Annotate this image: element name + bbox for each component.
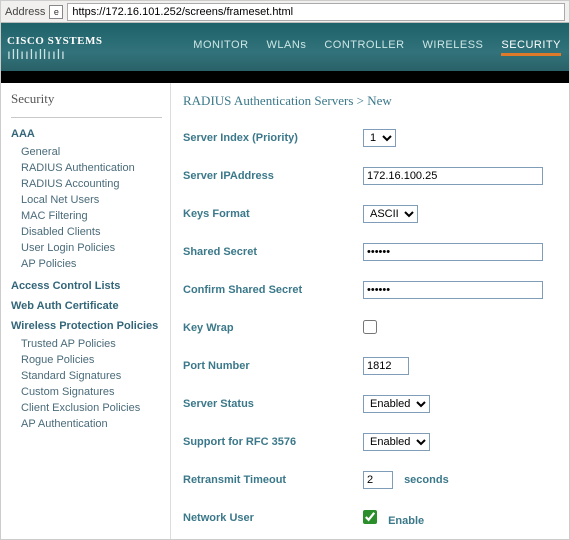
sidebar-link-custom-signatures[interactable]: Custom Signatures xyxy=(11,384,162,400)
label-server-status: Server Status xyxy=(183,398,363,410)
address-url-field[interactable]: https://172.16.101.252/screens/frameset.… xyxy=(67,3,565,21)
rfc3576-select[interactable]: Enabled xyxy=(363,433,430,451)
sidebar-link-user-login-policies[interactable]: User Login Policies xyxy=(11,240,162,256)
vendor-logo-bars: ıllıılıllıılı xyxy=(7,50,102,58)
label-port-number: Port Number xyxy=(183,360,363,372)
label-server-index: Server Index (Priority) xyxy=(183,132,363,144)
server-ip-input[interactable] xyxy=(363,167,543,185)
keys-format-select[interactable]: ASCII xyxy=(363,205,418,223)
row-server-ip: Server IPAddress xyxy=(183,161,569,191)
sidebar-header-wpp[interactable]: Wireless Protection Policies xyxy=(11,320,162,332)
key-wrap-checkbox[interactable] xyxy=(363,320,377,334)
nav-wireless[interactable]: WIRELESS xyxy=(423,39,484,56)
row-network-user: Network User Enable xyxy=(183,503,569,533)
confirm-secret-input[interactable] xyxy=(363,281,543,299)
sidebar-link-ap-policies[interactable]: AP Policies xyxy=(11,256,162,272)
nav-monitor[interactable]: MONITOR xyxy=(193,39,248,56)
row-server-index: Server Index (Priority) 1 xyxy=(183,123,569,153)
row-shared-secret: Shared Secret xyxy=(183,237,569,267)
label-key-wrap: Key Wrap xyxy=(183,322,363,334)
address-label: Address xyxy=(5,6,45,18)
shared-secret-input[interactable] xyxy=(363,243,543,261)
server-status-select[interactable]: Enabled xyxy=(363,395,430,413)
row-key-wrap: Key Wrap xyxy=(183,313,569,343)
sidebar-link-local-net-users[interactable]: Local Net Users xyxy=(11,192,162,208)
row-port-number: Port Number xyxy=(183,351,569,381)
sidebar-header-aaa[interactable]: AAA xyxy=(11,128,162,140)
sidebar-link-trusted-ap[interactable]: Trusted AP Policies xyxy=(11,336,162,352)
row-server-status: Server Status Enabled xyxy=(183,389,569,419)
sidebar-link-ap-authentication[interactable]: AP Authentication xyxy=(11,416,162,432)
ie-page-icon: e xyxy=(49,5,63,19)
row-keys-format: Keys Format ASCII xyxy=(183,199,569,229)
sidebar: Security AAA General RADIUS Authenticati… xyxy=(1,83,171,540)
server-index-select[interactable]: 1 xyxy=(363,129,396,147)
address-url-text: https://172.16.101.252/screens/frameset.… xyxy=(72,6,293,18)
top-black-strip xyxy=(1,71,569,83)
network-user-ctrl: Enable xyxy=(363,510,424,527)
page-title: RADIUS Authentication Servers > New xyxy=(183,93,569,109)
sidebar-link-mac-filtering[interactable]: MAC Filtering xyxy=(11,208,162,224)
vendor-logo: Cisco Systems ıllıılıllıılı xyxy=(7,36,102,58)
row-rfc3576: Support for RFC 3576 Enabled xyxy=(183,427,569,457)
retransmit-timeout-input[interactable] xyxy=(363,471,393,489)
sidebar-link-client-exclusion[interactable]: Client Exclusion Policies xyxy=(11,400,162,416)
label-shared-secret: Shared Secret xyxy=(183,246,363,258)
label-keys-format: Keys Format xyxy=(183,208,363,220)
sidebar-heading: Security xyxy=(11,91,162,107)
network-user-checkbox[interactable] xyxy=(363,510,377,524)
sidebar-divider xyxy=(11,117,162,118)
nav-controller[interactable]: CONTROLLER xyxy=(324,39,404,56)
label-confirm-secret: Confirm Shared Secret xyxy=(183,284,363,296)
top-nav: MONITOR WLANs CONTROLLER WIRELESS SECURI… xyxy=(193,39,561,56)
label-rfc3576: Support for RFC 3576 xyxy=(183,436,363,448)
row-retransmit-timeout: Retransmit Timeout seconds xyxy=(183,465,569,495)
sidebar-link-radius-acct[interactable]: RADIUS Accounting xyxy=(11,176,162,192)
sidebar-link-rogue-policies[interactable]: Rogue Policies xyxy=(11,352,162,368)
sidebar-group-aaa: AAA General RADIUS Authentication RADIUS… xyxy=(11,128,162,272)
sidebar-link-disabled-clients[interactable]: Disabled Clients xyxy=(11,224,162,240)
sidebar-header-acl[interactable]: Access Control Lists xyxy=(11,280,162,292)
retransmit-timeout-unit: seconds xyxy=(404,474,449,486)
nav-security[interactable]: SECURITY xyxy=(501,39,561,56)
address-bar: Address e https://172.16.101.252/screens… xyxy=(1,1,569,23)
sidebar-group-wpp: Wireless Protection Policies Trusted AP … xyxy=(11,320,162,432)
retransmit-ctrl: seconds xyxy=(363,471,449,489)
sidebar-link-general[interactable]: General xyxy=(11,144,162,160)
top-bar: Cisco Systems ıllıılıllıılı MONITOR WLAN… xyxy=(1,23,569,71)
sidebar-link-standard-signatures[interactable]: Standard Signatures xyxy=(11,368,162,384)
port-number-input[interactable] xyxy=(363,357,409,375)
label-network-user: Network User xyxy=(183,512,363,524)
sidebar-link-radius-auth[interactable]: RADIUS Authentication xyxy=(11,160,162,176)
label-retransmit-timeout: Retransmit Timeout xyxy=(183,474,363,486)
network-user-side-label: Enable xyxy=(388,515,424,527)
content-pane: RADIUS Authentication Servers > New Serv… xyxy=(171,83,569,540)
nav-wlans[interactable]: WLANs xyxy=(267,39,307,56)
label-server-ip: Server IPAddress xyxy=(183,170,363,182)
row-confirm-secret: Confirm Shared Secret xyxy=(183,275,569,305)
sidebar-header-web-auth-cert[interactable]: Web Auth Certificate xyxy=(11,300,162,312)
